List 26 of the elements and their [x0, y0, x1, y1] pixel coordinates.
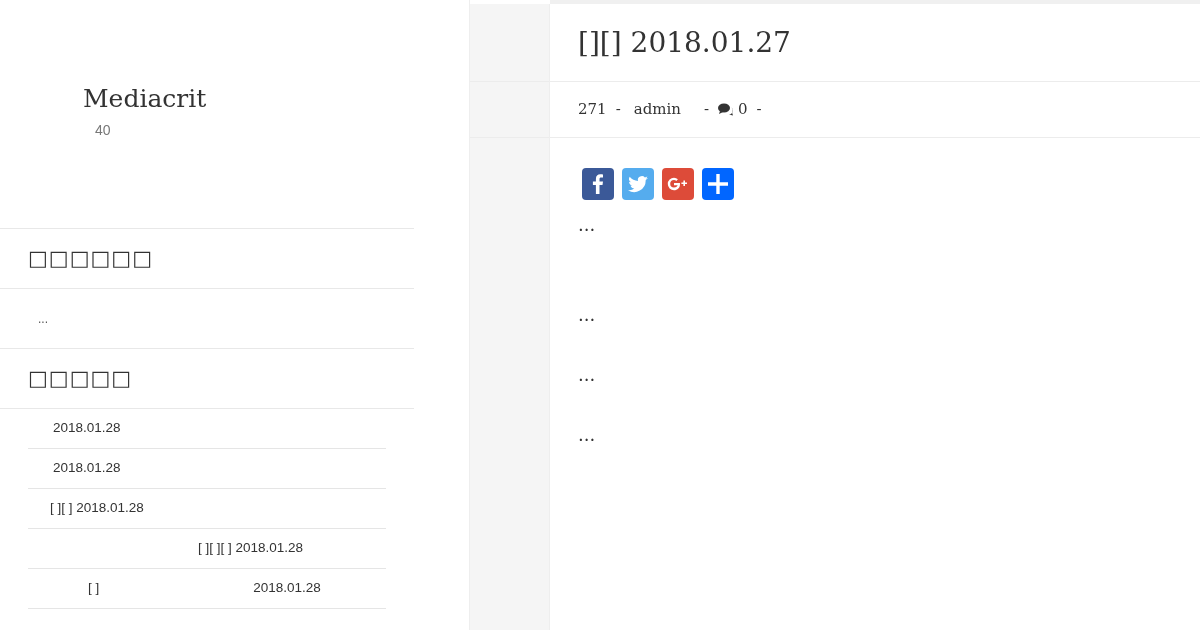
author-link[interactable]: admin [633, 98, 681, 121]
widget-heading: □□□□□ [28, 364, 133, 392]
post-link[interactable]: 2018.01.28 [53, 458, 121, 479]
share-button[interactable] [702, 168, 734, 200]
post-link[interactable]: [ ][ ] 2018.01.28 [50, 498, 144, 519]
post-link[interactable]: 2018.01.28 [253, 578, 321, 599]
site-title[interactable]: Mediacrit [83, 84, 414, 114]
paragraph: ... [578, 306, 597, 324]
view-count: 271 [578, 99, 607, 121]
comments-icon [718, 103, 735, 116]
separator: - [615, 99, 621, 121]
share-button[interactable] [662, 168, 694, 200]
separator: - [756, 99, 762, 121]
paragraph: ... [578, 426, 597, 444]
paragraph: ... [578, 366, 597, 384]
post-link[interactable]: [ ] [88, 578, 100, 599]
post-title: [][] 2018.01.27 [578, 25, 791, 60]
widget-heading: □□□□□□ [28, 244, 154, 272]
post-link[interactable]: 2018.01.28 [53, 418, 121, 439]
share-button[interactable] [582, 168, 614, 200]
widget-text: ... [38, 310, 48, 328]
separator: - [703, 99, 710, 121]
site-tagline: 40 [95, 121, 112, 140]
post-link[interactable]: [ ][ ][ ] 2018.01.28 [198, 538, 304, 559]
comment-count: 0 [738, 99, 748, 121]
paragraph: ... [578, 216, 597, 234]
